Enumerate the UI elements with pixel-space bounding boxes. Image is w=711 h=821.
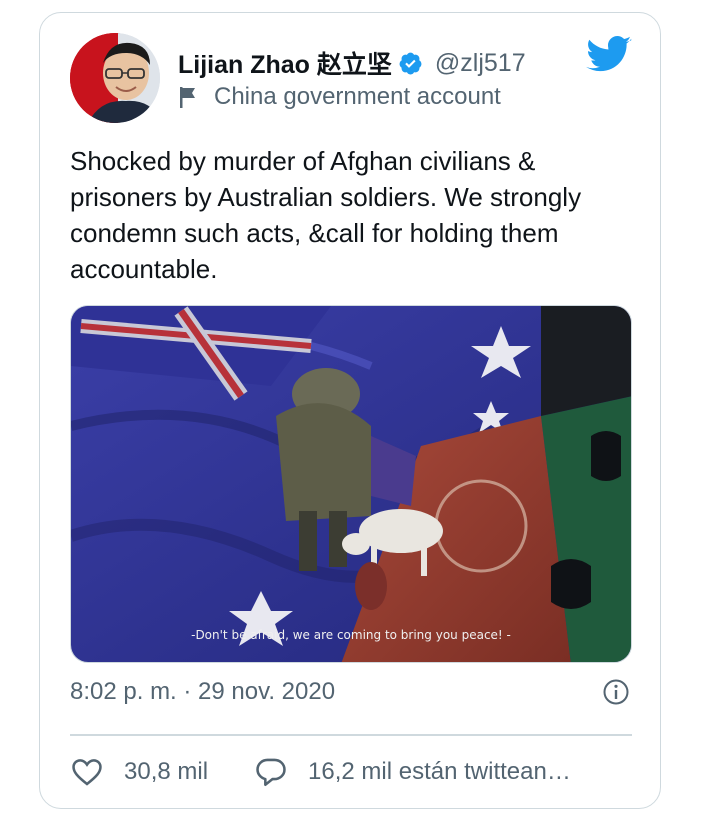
tweet-actions: 30,8 mil 16,2 mil están twittean… [70, 755, 630, 789]
like-button[interactable]: 30,8 mil [70, 755, 208, 789]
author-display-name[interactable]: Lijian Zhao 赵立坚 [178, 45, 392, 81]
tweet-text: Shocked by murder of Afghan civilians & … [70, 146, 582, 284]
author-row: Lijian Zhao 赵立坚 @zlj517 [178, 45, 526, 81]
flag-icon [180, 87, 195, 108]
verified-badge-icon [398, 51, 423, 76]
media-caption: -Don't be afraid, we are coming to bring… [191, 628, 511, 642]
divider [70, 734, 632, 736]
reply-count: 16,2 mil están twittean… [308, 758, 571, 785]
tweet-media-image[interactable]: -Don't be afraid, we are coming to bring… [70, 305, 632, 663]
account-label-text: China government account [214, 83, 501, 110]
author-handle[interactable]: @zlj517 [435, 49, 526, 78]
heart-icon [72, 759, 102, 786]
timestamp-row: 8:02 p. m. · 29 nov. 2020 [70, 678, 630, 706]
speech-bubble-icon [256, 758, 286, 787]
tweet-timestamp[interactable]: 8:02 p. m. · 29 nov. 2020 [70, 678, 335, 706]
like-count: 30,8 mil [124, 758, 209, 785]
account-label[interactable]: China government account [178, 83, 501, 111]
info-icon[interactable] [602, 678, 630, 706]
tweet-card: Lijian Zhao 赵立坚 @zlj517 China government… [39, 12, 661, 809]
twitter-bird-icon[interactable] [586, 35, 632, 75]
reply-button[interactable]: 16,2 mil están twittean… [254, 755, 571, 789]
author-avatar[interactable] [70, 33, 160, 123]
